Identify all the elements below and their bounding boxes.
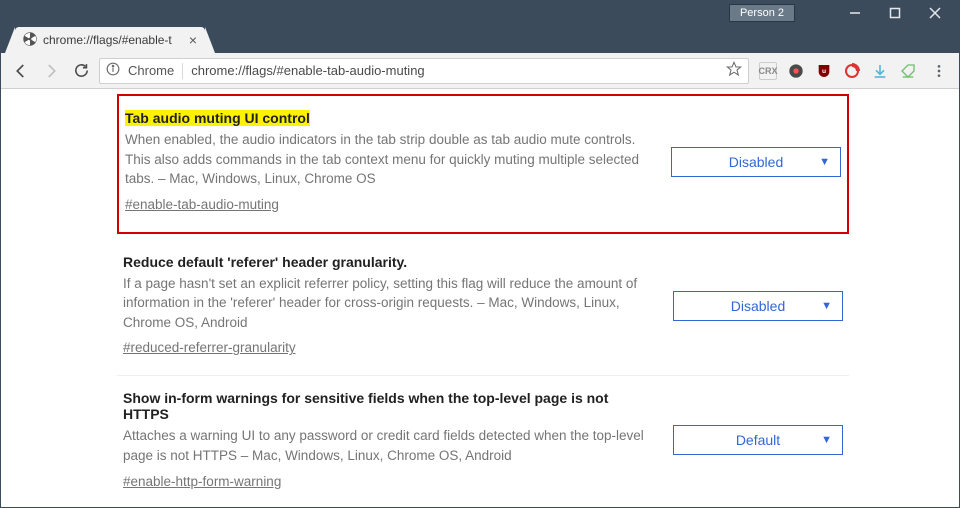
- profile-badge[interactable]: Person 2: [729, 4, 795, 22]
- address-bar[interactable]: Chrome chrome://flags/#enable-tab-audio-…: [99, 58, 749, 84]
- flag-item: Tab audio muting UI control When enabled…: [117, 94, 849, 234]
- url-scheme-label: Chrome: [128, 63, 174, 78]
- flag-title: Reduce default 'referer' header granular…: [123, 254, 655, 270]
- extension-icons: CRX u: [755, 62, 921, 80]
- forward-button[interactable]: [39, 59, 63, 83]
- tab-title: chrome://flags/#enable-t: [43, 33, 185, 47]
- reload-button[interactable]: [69, 59, 93, 83]
- radiation-icon: [23, 32, 37, 49]
- omnibox-separator: [182, 63, 183, 79]
- flag-dropdown-value: Disabled: [731, 298, 785, 314]
- flag-dropdown[interactable]: Default ▼: [673, 425, 843, 455]
- flag-title: Tab audio muting UI control: [125, 110, 310, 126]
- chevron-down-icon: ▼: [819, 156, 830, 168]
- svg-text:u: u: [822, 68, 826, 75]
- chevron-down-icon: ▼: [821, 300, 832, 312]
- window-close-button[interactable]: [915, 1, 955, 25]
- flags-list: Tab audio muting UI control When enabled…: [1, 89, 959, 507]
- extension-download-icon[interactable]: [871, 62, 889, 80]
- page-viewport[interactable]: Reset all to default Tab audio muting UI…: [1, 89, 959, 507]
- tab-strip: chrome://flags/#enable-t ×: [1, 25, 959, 53]
- flag-title: Show in-form warnings for sensitive fiel…: [123, 390, 655, 422]
- extension-ublock-icon[interactable]: u: [815, 62, 833, 80]
- browser-menu-button[interactable]: [927, 59, 951, 83]
- extension-red-icon[interactable]: [843, 62, 861, 80]
- chevron-down-icon: ▼: [821, 434, 832, 446]
- tab-close-icon[interactable]: ×: [189, 32, 197, 48]
- flag-description: Attaches a warning UI to any password or…: [123, 426, 655, 465]
- flag-dropdown-value: Default: [736, 432, 780, 448]
- flag-dropdown[interactable]: Disabled ▼: [671, 147, 841, 177]
- extension-tag-icon[interactable]: [899, 62, 917, 80]
- flag-anchor-link[interactable]: #enable-tab-audio-muting: [125, 197, 279, 212]
- flag-description: When enabled, the audio indicators in th…: [125, 130, 653, 189]
- flag-anchor-link[interactable]: #reduced-referrer-granularity: [123, 340, 296, 355]
- window-maximize-button[interactable]: [875, 1, 915, 25]
- flag-dropdown[interactable]: Disabled ▼: [673, 291, 843, 321]
- flag-anchor-link[interactable]: #enable-http-form-warning: [123, 474, 281, 489]
- flag-item: Show in-form warnings for sensitive fiel…: [117, 376, 849, 507]
- extension-crx-icon[interactable]: CRX: [759, 62, 777, 80]
- browser-tab[interactable]: chrome://flags/#enable-t ×: [15, 27, 205, 53]
- back-button[interactable]: [9, 59, 33, 83]
- flag-item: Reduce default 'referer' header granular…: [117, 240, 849, 377]
- url-text: chrome://flags/#enable-tab-audio-muting: [191, 63, 718, 78]
- info-icon[interactable]: [106, 62, 120, 79]
- browser-toolbar: Chrome chrome://flags/#enable-tab-audio-…: [1, 53, 959, 89]
- bookmark-star-icon[interactable]: [726, 61, 742, 80]
- flag-description: If a page hasn't set an explicit referre…: [123, 274, 655, 333]
- flag-dropdown-value: Disabled: [729, 154, 783, 170]
- extension-enhancer-icon[interactable]: [787, 62, 805, 80]
- window-minimize-button[interactable]: [835, 1, 875, 25]
- window-titlebar: Person 2: [1, 1, 959, 25]
